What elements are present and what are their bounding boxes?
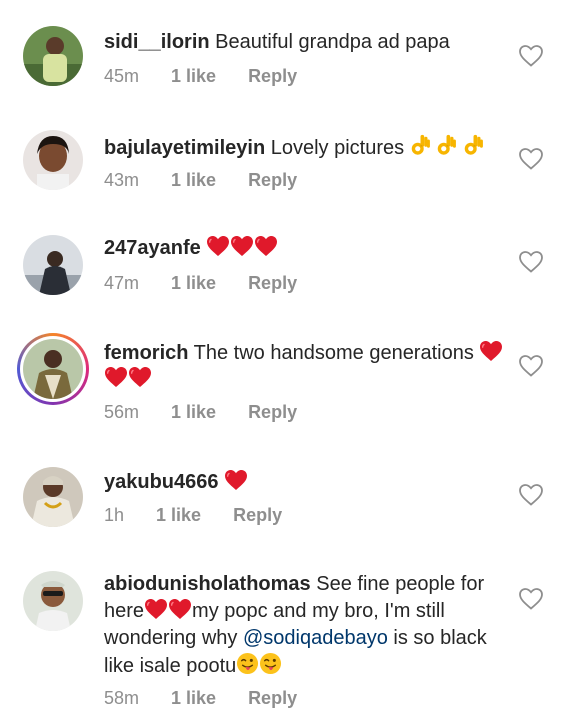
- comment-time: 47m: [104, 273, 140, 293]
- comment-likes[interactable]: 1 like: [171, 688, 216, 708]
- comment-text: femorich The two handsome generations: [104, 340, 509, 392]
- comment-time: 43m: [104, 170, 140, 190]
- ok-hand-emoji: [463, 133, 484, 157]
- comment-time: 45m: [104, 66, 140, 86]
- comment-text: sidi__ilorin Beautiful grandpa ad papa: [104, 30, 509, 55]
- comment-likes[interactable]: 1 like: [171, 273, 216, 293]
- comment-username[interactable]: abiodunisholathomas: [104, 573, 311, 595]
- tongue-wink-emoji: [259, 652, 282, 675]
- comment-meta: 47m 1 like Reply: [104, 273, 329, 294]
- comment-time: 1h: [104, 505, 125, 525]
- comment-meta: 58m 1 like Reply: [104, 688, 329, 709]
- avatar[interactable]: [23, 26, 83, 86]
- heart-outline-icon[interactable]: [518, 250, 544, 274]
- red-heart-emoji: [168, 598, 192, 620]
- comment-meta: 1h 1 like Reply: [104, 505, 314, 526]
- reply-button[interactable]: Reply: [248, 402, 297, 422]
- comment-text: bajulayetimileyin Lovely pictures: [104, 133, 509, 161]
- avatar: [23, 339, 83, 399]
- heart-outline-icon[interactable]: [518, 354, 544, 378]
- reply-button[interactable]: Reply: [248, 273, 297, 293]
- comment-likes[interactable]: 1 like: [171, 170, 216, 190]
- red-heart-emoji: [206, 235, 230, 257]
- reply-button[interactable]: Reply: [248, 688, 297, 708]
- comment-text: abiodunisholathomas See fine people for …: [104, 571, 509, 680]
- comment-body: Lovely pictures: [265, 137, 410, 159]
- comment-username[interactable]: yakubu4666: [104, 471, 219, 493]
- comment-time: 58m: [104, 688, 140, 708]
- red-heart-emoji: [224, 469, 248, 491]
- comment-text: 247ayanfe: [104, 235, 509, 261]
- comment-meta: 56m 1 like Reply: [104, 402, 329, 423]
- comment-time: 56m: [104, 402, 140, 422]
- heart-outline-icon[interactable]: [518, 483, 544, 507]
- ok-hand-emoji: [410, 133, 431, 157]
- tongue-wink-emoji: [236, 652, 259, 675]
- heart-outline-icon[interactable]: [518, 44, 544, 68]
- comment-meta: 45m 1 like Reply: [104, 66, 329, 87]
- mention-link[interactable]: @sodiqadebayo: [243, 627, 388, 649]
- red-heart-emoji: [104, 366, 128, 388]
- comment-likes[interactable]: 1 like: [171, 66, 216, 86]
- comment-username[interactable]: sidi__ilorin: [104, 31, 210, 53]
- ok-hand-emoji: [436, 133, 457, 157]
- comment-body: The two handsome generations: [188, 342, 480, 364]
- comment-body: Beautiful grandpa ad papa: [209, 31, 450, 53]
- comment-likes[interactable]: 1 like: [171, 402, 216, 422]
- avatar[interactable]: [23, 235, 83, 295]
- red-heart-emoji: [144, 598, 168, 620]
- comment-username[interactable]: 247ayanfe: [104, 237, 201, 259]
- red-heart-emoji: [479, 340, 503, 362]
- red-heart-emoji: [230, 235, 254, 257]
- heart-outline-icon[interactable]: [518, 147, 544, 171]
- red-heart-emoji: [254, 235, 278, 257]
- heart-outline-icon[interactable]: [518, 587, 544, 611]
- comment-text: yakubu4666: [104, 469, 509, 495]
- comment-username[interactable]: femorich: [104, 342, 188, 364]
- reply-button[interactable]: Reply: [248, 66, 297, 86]
- comment-username[interactable]: bajulayetimileyin: [104, 137, 265, 159]
- avatar[interactable]: [23, 571, 83, 631]
- reply-button[interactable]: Reply: [248, 170, 297, 190]
- reply-button[interactable]: Reply: [233, 505, 282, 525]
- avatar[interactable]: [23, 467, 83, 527]
- comment-meta: 43m 1 like Reply: [104, 170, 329, 191]
- comment-likes[interactable]: 1 like: [156, 505, 201, 525]
- avatar[interactable]: [23, 130, 83, 190]
- story-ring[interactable]: [17, 333, 89, 405]
- red-heart-emoji: [128, 366, 152, 388]
